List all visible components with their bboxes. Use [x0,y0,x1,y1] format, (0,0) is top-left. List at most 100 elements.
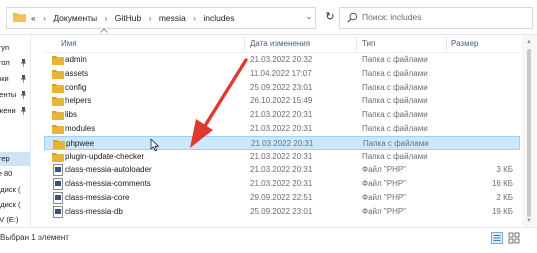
folder-row[interactable]: libs 21.03.2022 20:31 Папка с файлами [44,108,520,122]
file-date: 25.09.2022 23:01 [250,82,313,92]
file-name: modules [65,124,96,133]
search-input[interactable] [362,10,527,24]
file-type: Папка с файлами [362,68,428,78]
selection-status: Выбран 1 элемент [0,233,69,242]
breadcrumb: « › Документы › GitHub › messia › includ… [31,8,235,28]
search-box[interactable] [339,7,533,29]
column-divider[interactable] [356,37,357,51]
file-name: libs [65,110,78,120]
file-size: 19 КБ [491,206,513,216]
file-explorer-window: « › Документы › GitHub › messia › includ… [0,0,537,253]
folder-row[interactable]: modules 21.03.2022 20:31 Папка с файлами [44,122,520,136]
breadcrumb-overflow[interactable]: « [31,13,36,23]
file-date: 21.03.2022 20:31 [250,179,313,189]
refresh-icon: ↻ [325,11,335,23]
nav-item-label: RV (E:) [0,215,19,224]
column-header-date[interactable]: Дата изменения [250,35,310,52]
nav-item-label: ступ [0,43,10,52]
file-row[interactable]: class-messia-db 25.09.2022 23:01 Файл "PHP… [44,205,520,219]
breadcrumb-item[interactable]: Документы [53,13,97,23]
nav-item[interactable]: се 80 [0,167,30,181]
file-row[interactable]: class-messia-core 29.09.2022 22:51 Файл "P… [44,191,520,205]
column-header-name[interactable]: Имя [61,35,77,52]
file-name: admin [65,55,87,64]
address-history-button[interactable]: ⌄ [303,7,315,27]
folder-icon [52,56,64,65]
php-file-icon [53,164,63,177]
navigation-pane: ступ отол узки менты ажени отер се 80 й диск ( й… [0,35,31,227]
nav-item-label: менты [0,90,17,99]
file-name: class-messia-db [65,206,123,216]
folder-icon [52,125,64,134]
nav-item-label: се 80 [0,169,13,178]
scrollbar-thumb[interactable] [527,49,531,217]
refresh-button[interactable]: ↻ [320,7,340,27]
file-date: 21.03.2022 20:31 [250,165,313,175]
file-date: 29.09.2022 22:51 [250,193,313,202]
nav-item-label: й диск ( [0,200,21,209]
pin-icon [21,59,26,67]
file-type: Папка с файлами [362,110,428,120]
nav-item[interactable]: ступ [0,41,30,55]
file-name: class-messia-autoloader [65,165,152,175]
breadcrumb-item[interactable]: includes [203,13,234,23]
folder-row[interactable]: admin 21.03.2022 20:32 Папка с файлами [44,53,520,67]
file-name: config [65,82,87,92]
folder-icon [53,139,65,149]
nav-item[interactable]: менты [0,88,30,102]
chevron-right-icon: › [148,13,152,23]
chevron-right-icon: › [104,13,108,23]
nav-item[interactable]: отер [0,152,30,166]
file-date: 25.09.2022 23:01 [250,206,313,216]
status-bar: Выбран 1 элемент [0,227,537,253]
php-file-icon [53,178,63,191]
scroll-down-icon[interactable]: ▼ [525,217,533,225]
folder-icon [52,69,64,79]
nav-item[interactable]: ажени [0,104,30,118]
nav-item[interactable]: узки [0,72,30,86]
nav-item[interactable] [0,120,30,134]
file-type: Папка с файлами [362,151,428,161]
nav-item[interactable]: отол [0,56,30,70]
breadcrumb-item[interactable]: GitHub [115,13,141,23]
file-name: assets [65,68,89,78]
folder-icon [13,13,26,22]
vertical-scrollbar[interactable]: ▲ ▼ [522,35,536,227]
address-bar[interactable]: « › Документы › GitHub › messia › includ… [6,7,316,29]
folder-icon [52,83,64,93]
address-toolbar: « › Документы › GitHub › messia › includ… [0,0,537,35]
pin-icon [21,75,26,83]
file-size: 2 КБ [496,193,513,202]
sort-ascending-icon [100,28,108,33]
file-name: plugin-update-checker [65,151,145,161]
nav-item[interactable]: й диск ( [0,198,30,212]
file-type: Файл "PHP" [362,206,407,216]
file-row[interactable]: class-messia-autoloader 21.03.2022 20:31 Ф… [44,163,520,177]
column-header-type[interactable]: Тип [362,35,375,52]
nav-item[interactable] [0,136,30,150]
folder-row[interactable]: config 25.09.2022 23:01 Папка с файлами [44,81,520,95]
breadcrumb-item[interactable]: messia [159,13,186,23]
file-type: Файл "PHP" [362,179,407,189]
folder-row[interactable]: plugin-update-checker 21.03.2022 20:31 Пап… [44,150,520,164]
column-headers: Имя Дата изменения Тип Размер [44,35,520,53]
details-view-icon[interactable] [491,232,503,244]
file-type: Файл "PHP" [362,165,407,175]
file-type: Файл "PHP" [362,193,407,202]
nav-item[interactable]: RV (E:) [0,213,30,227]
file-name: helpers [65,96,92,106]
file-row[interactable]: class-messia-comments 21.03.2022 20:31 Фай… [44,177,520,191]
column-divider[interactable] [244,37,245,51]
column-header-size[interactable]: Размер [451,35,479,52]
scroll-up-icon[interactable]: ▲ [525,38,533,46]
file-type: Папка с файлами [362,124,428,133]
column-divider[interactable] [446,37,447,51]
chevron-right-icon: › [43,13,46,23]
large-icons-view-icon[interactable] [508,232,520,244]
folder-row[interactable]: phpwee 21.03.2022 20:31 Папка с файлами [44,135,520,150]
nav-item-label: узки [0,74,9,83]
nav-item[interactable]: й диск ( [0,183,30,197]
folder-row[interactable]: assets 11.04.2022 17:07 Папка с файлами [44,67,520,81]
mouse-pointer-icon [150,138,159,152]
folder-row[interactable]: helpers 26.10.2022 15:49 Папка с файлами [44,94,520,108]
